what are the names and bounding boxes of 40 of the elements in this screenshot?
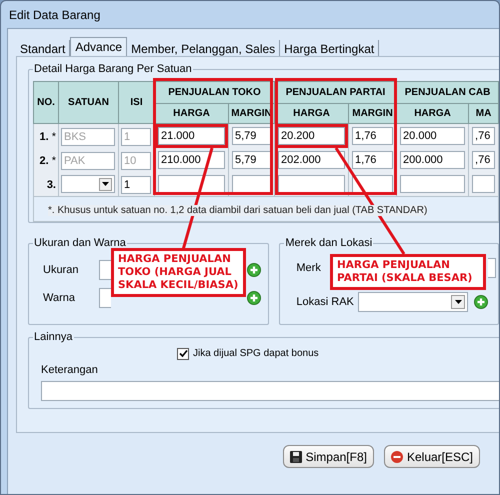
save-button[interactable]: Simpan[F8]: [282, 445, 374, 468]
input-field[interactable]: 1,76: [352, 127, 394, 145]
group-title: Detail Harga Barang Per Satuan: [33, 62, 193, 76]
column-header: HARGA: [396, 104, 469, 124]
column-header: ISI: [118, 82, 154, 124]
input-field[interactable]: 20.000: [400, 127, 466, 145]
callout-note: HARGA PENJUALAN TOKO (HARGA JUAL SKALA KECIL/BIASA): [111, 248, 246, 297]
input-field[interactable]: 1,76: [352, 151, 394, 169]
field-label: Keterangan: [41, 363, 99, 378]
checkbox-label: Jika dijual SPG dapat bonus: [193, 347, 319, 361]
column-header: NO.: [34, 82, 58, 124]
input-field[interactable]: 5,79: [232, 151, 271, 169]
required-marker: *: [52, 131, 56, 143]
field-label: Ukuran: [43, 262, 80, 278]
input-field[interactable]: 202.000: [278, 151, 346, 169]
column-group-header: PENJUALAN CAB: [396, 82, 499, 104]
input-field[interactable]: 5,79: [232, 127, 271, 145]
column-group-header: PENJUALAN TOKO: [154, 82, 275, 104]
row-number: 3.: [46, 179, 56, 191]
input-field[interactable]: 200.000: [400, 151, 466, 169]
row-number: 2.: [40, 155, 49, 167]
input-field[interactable]: 210.000: [158, 151, 225, 169]
field-label: Lokasi RAK: [296, 294, 355, 310]
input-field[interactable]: ,76: [472, 151, 496, 169]
column-header: HARGA: [154, 104, 228, 124]
group-title: Lainnya: [33, 330, 74, 344]
callout-note: HARGA PENJUALAN PARTAI (SKALA BESAR): [330, 254, 486, 290]
input-field[interactable]: ,76: [472, 127, 496, 145]
field-label: Warna: [43, 290, 76, 306]
column-header: MA: [468, 104, 499, 124]
window-title: Edit Data Barang: [9, 6, 100, 24]
input-field[interactable]: 1: [121, 176, 151, 194]
required-marker: *: [52, 155, 56, 167]
column-header: SATUAN: [58, 82, 118, 124]
footnote: *. Khusus untuk satuan no. 1,2 data diambil dari satuan beli dan jual (TAB STANDAR): [48, 205, 428, 216]
input-field[interactable]: 20.200: [278, 127, 346, 145]
tab[interactable]: Advance: [70, 37, 128, 56]
row-number: 1.: [40, 131, 49, 143]
input-field[interactable]: 21.000: [158, 127, 225, 145]
exit-button[interactable]: Keluar[ESC]: [384, 445, 480, 468]
